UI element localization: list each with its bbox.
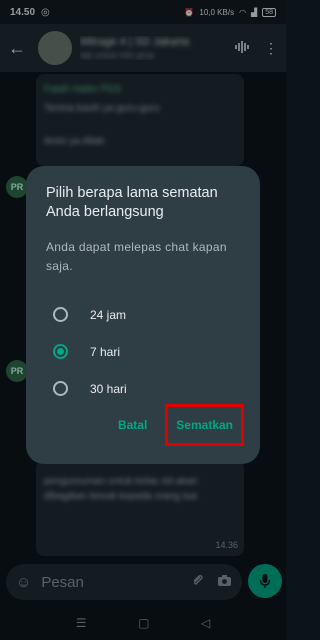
duration-options: 24 jam 7 hari 30 hari: [46, 296, 240, 407]
dialog-actions: Batal Sematkan: [118, 404, 244, 446]
highlight-box: Sematkan: [165, 404, 244, 446]
radio-button[interactable]: [53, 381, 68, 396]
dialog-subtitle: Anda dapat melepas chat kapan saja.: [46, 240, 227, 273]
option-label: 24 jam: [90, 307, 127, 322]
option-24-jam[interactable]: 24 jam: [46, 296, 240, 333]
option-30-hari[interactable]: 30 hari: [46, 370, 240, 407]
pin-confirm-button[interactable]: Sematkan: [176, 418, 233, 432]
pin-duration-dialog: Pilih berapa lama sematan Anda berlangsu…: [26, 166, 260, 464]
cancel-button[interactable]: Batal: [118, 418, 147, 432]
radio-button[interactable]: [53, 307, 68, 322]
option-label: 7 hari: [90, 344, 121, 359]
dialog-title: Pilih berapa lama sematan Anda berlangsu…: [46, 185, 218, 220]
option-7-hari[interactable]: 7 hari: [46, 333, 240, 370]
option-label: 30 hari: [90, 381, 127, 396]
radio-button-selected[interactable]: [53, 344, 68, 359]
